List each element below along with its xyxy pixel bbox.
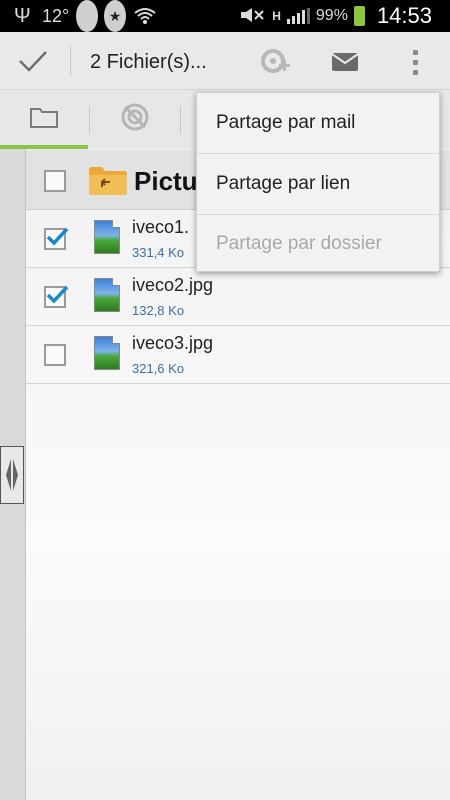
sync-add-icon[interactable] [258,45,292,79]
battery-percent: 99% [315,7,348,24]
file-size: 321,6 Ko [132,361,185,376]
image-file-icon [94,278,120,312]
mute-icon [240,7,266,26]
folder-up-icon [88,166,128,196]
tab-sync[interactable] [90,90,180,148]
status-bar: Ψ 12° ★ H 99% 14:53 [0,0,450,32]
menu-item-share-folder: Partage par dossier [216,233,382,254]
menu-item-share-mail[interactable]: Partage par mail [197,93,441,153]
signal-icon [286,8,310,24]
network-type-label: H [272,9,281,23]
file-name: iveco2.jpg [132,275,214,295]
menu-item-share-link[interactable]: Partage par lien [197,154,441,214]
overflow-menu-icon[interactable] [400,45,430,79]
wifi-icon [134,0,156,32]
file-name: iveco1. [132,217,190,237]
clock: 14:53 [376,3,432,28]
done-check-icon[interactable] [14,44,52,78]
share-menu: Partage par mail Partage par lien Partag… [196,92,441,272]
file-size: 132,8 Ko [132,303,185,318]
file-size: 331,4 Ko [132,245,185,260]
list-item[interactable]: iveco3.jpg 321,6 Ko [26,326,450,384]
star-icon: ★ [104,0,126,32]
selection-title: 2 Fichier(s)... [90,51,207,73]
tab-separator [180,106,181,134]
action-bar: 2 Fichier(s)... [0,32,450,90]
tab-folders[interactable] [0,90,88,148]
file-checkbox[interactable] [44,285,69,308]
battery-charging-icon [353,6,365,26]
blocked-icon [76,0,98,32]
usb-icon: Ψ [14,4,31,27]
drawer-handle[interactable] [0,446,24,504]
list-item[interactable]: iveco2.jpg 132,8 Ko [26,268,450,326]
folder-name: Pictu [134,166,198,196]
mail-icon[interactable] [328,47,362,77]
image-file-icon [94,336,120,370]
action-bar-divider [70,46,71,76]
sync-icon [119,101,151,138]
file-checkbox[interactable] [44,344,66,366]
temperature-label: 12° [42,5,70,26]
file-name: iveco3.jpg [132,333,214,353]
folder-checkbox[interactable] [44,170,66,192]
file-checkbox[interactable] [44,227,69,250]
status-right: H 99% 14:53 [240,0,432,32]
image-file-icon [94,220,120,254]
folder-outline-icon [29,105,59,134]
